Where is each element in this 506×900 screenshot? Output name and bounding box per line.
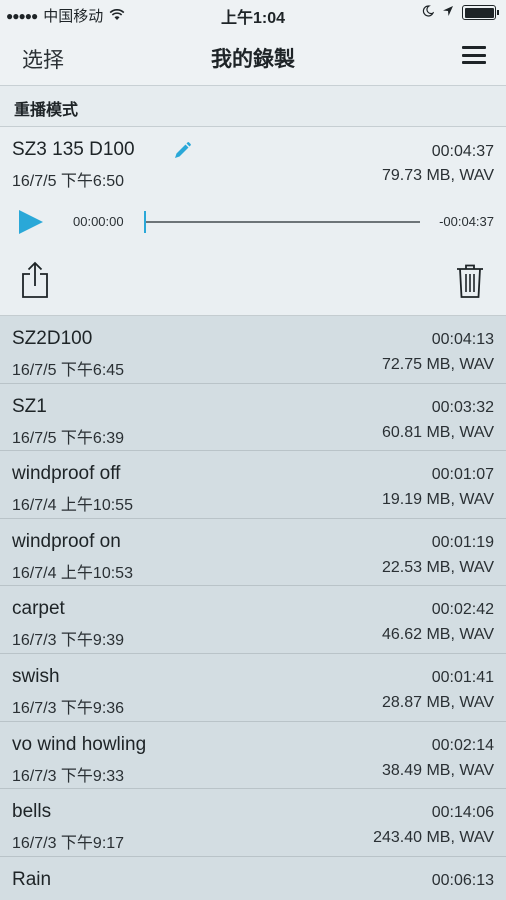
recording-duration: 00:01:41 (431, 668, 494, 686)
recording-size: 28.87 MB, WAV (381, 693, 494, 711)
status-bar: ●●●●● 中国移动 上午1:04 (0, 0, 506, 28)
list-item[interactable]: SZ2D100 00:04:13 16/7/5 下午6:45 72.75 MB,… (0, 316, 506, 384)
trash-icon[interactable] (456, 263, 484, 299)
recording-size: 243.40 MB, WAV (373, 829, 494, 847)
recording-date: 16/7/3 下午9:39 (12, 632, 125, 650)
navigation-bar: 选择 我的錄製 (0, 28, 506, 86)
recording-date: 16/7/5 下午6:50 (12, 173, 125, 190)
recording-duration: 00:02:42 (431, 601, 494, 619)
recording-duration: 00:01:19 (431, 533, 494, 551)
recording-date: 16/7/4 上午10:53 (12, 564, 133, 582)
recording-date: 16/7/3 下午9:33 (12, 767, 125, 785)
recordings-list: SZ2D100 00:04:13 16/7/5 下午6:45 72.75 MB,… (0, 316, 506, 900)
recording-size: 38.49 MB, WAV (381, 761, 494, 779)
scrubber-track (144, 221, 420, 223)
recording-name: bells (12, 801, 52, 823)
section-header: 重播模式 (0, 86, 506, 127)
list-item[interactable]: bells 00:14:06 16/7/3 下午9:17 243.40 MB, … (0, 789, 506, 857)
recording-name: SZ3 135 D100 (12, 139, 135, 160)
recording-name: swish (12, 665, 60, 687)
list-item[interactable]: Rain 00:06:13 (0, 857, 506, 900)
list-item[interactable]: vo wind howling 00:02:14 16/7/3 下午9:33 3… (0, 722, 506, 790)
recording-name: vo wind howling (12, 733, 147, 755)
location-icon (442, 4, 454, 21)
recording-date: 16/7/4 上午10:55 (12, 497, 133, 515)
recording-duration: 00:03:32 (431, 398, 494, 416)
list-item[interactable]: carpet 00:02:42 16/7/3 下午9:39 46.62 MB, … (0, 586, 506, 654)
recording-duration: 00:04:13 (431, 331, 494, 348)
status-right (422, 4, 499, 21)
recording-name: SZ2D100 (12, 328, 93, 349)
scrubber-handle[interactable] (144, 211, 146, 233)
do-not-disturb-icon (422, 4, 435, 21)
recording-duration: 00:02:14 (431, 736, 494, 754)
recording-name: carpet (12, 598, 65, 620)
recording-size: 22.53 MB, WAV (381, 558, 494, 576)
recording-duration: 00:06:13 (431, 871, 494, 889)
recording-date: 16/7/3 下午9:17 (12, 835, 125, 853)
edit-pencil-icon[interactable] (172, 141, 192, 161)
list-item[interactable]: windproof off 00:01:07 16/7/4 上午10:55 19… (0, 451, 506, 519)
recording-duration: 00:14:06 (431, 804, 494, 822)
battery-icon (462, 5, 499, 20)
selected-recording[interactable]: SZ3 135 D100 00:04:37 16/7/5 下午6:50 79.7… (0, 127, 506, 316)
recording-name: windproof off (12, 463, 121, 485)
remaining-time: -00:04:37 (439, 214, 494, 229)
list-item[interactable]: swish 00:01:41 16/7/3 下午9:36 28.87 MB, W… (0, 654, 506, 722)
page-title: 我的錄製 (211, 48, 295, 71)
playback-scrubber[interactable] (144, 211, 420, 233)
menu-icon[interactable] (462, 46, 486, 64)
recording-duration: 00:01:07 (431, 466, 494, 484)
recording-duration: 00:04:37 (431, 143, 494, 160)
elapsed-time: 00:00:00 (73, 214, 124, 229)
list-item[interactable]: windproof on 00:01:19 16/7/4 上午10:53 22.… (0, 519, 506, 587)
recording-size: 79.73 MB, WAV (381, 167, 494, 184)
share-icon[interactable] (20, 261, 50, 299)
recording-date: 16/7/5 下午6:45 (12, 362, 125, 379)
recording-name: windproof on (12, 530, 121, 552)
recording-name: Rain (12, 868, 52, 890)
recording-date: 16/7/5 下午6:39 (12, 429, 125, 447)
list-item[interactable]: SZ1 00:03:32 16/7/5 下午6:39 60.81 MB, WAV (0, 384, 506, 452)
recording-size: 72.75 MB, WAV (381, 356, 494, 373)
recording-name: SZ1 (12, 395, 47, 417)
recording-size: 60.81 MB, WAV (381, 423, 494, 441)
play-icon[interactable] (18, 209, 44, 235)
recording-date: 16/7/3 下午9:36 (12, 699, 125, 717)
recording-size: 19.19 MB, WAV (381, 491, 494, 509)
recording-size: 46.62 MB, WAV (381, 626, 494, 644)
